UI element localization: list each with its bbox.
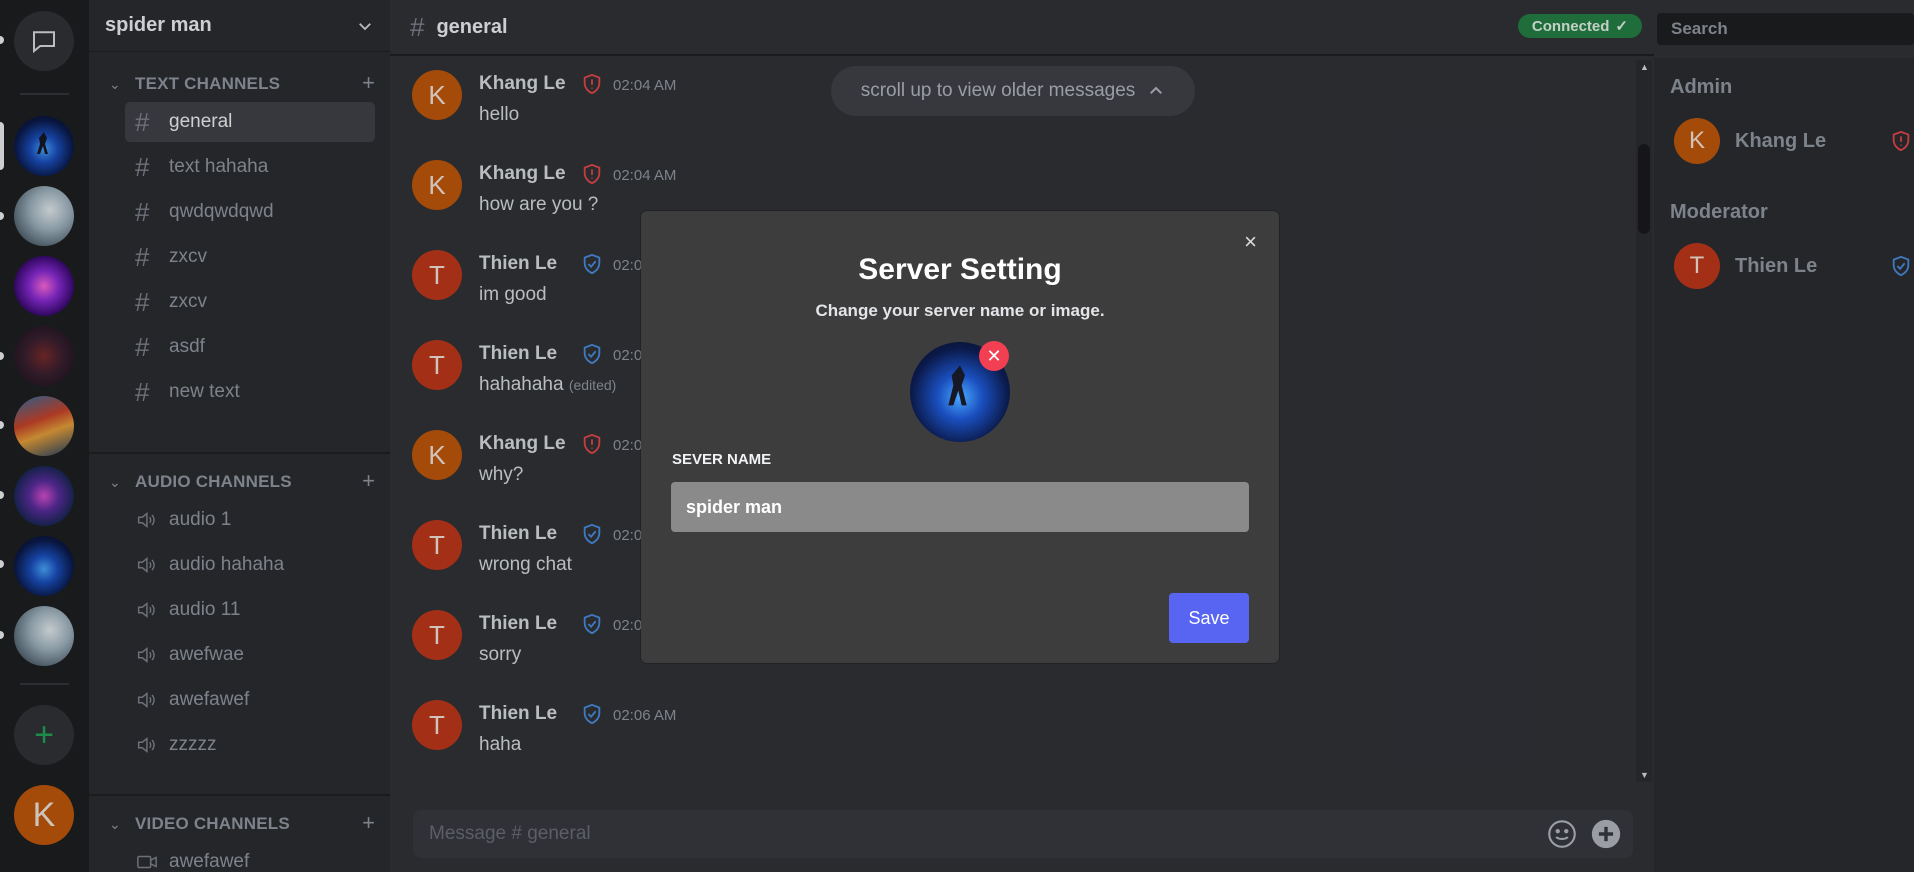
- close-icon: ✕: [986, 345, 1002, 366]
- modal-subtitle: Change your server name or image.: [815, 301, 1105, 320]
- server-setting-modal: × Server Setting Change your server name…: [641, 211, 1279, 663]
- save-button[interactable]: Save: [1169, 593, 1249, 643]
- remove-image-button[interactable]: ✕: [979, 341, 1009, 371]
- modal-title: Server Setting: [858, 253, 1062, 286]
- server-name-label: SEVER NAME: [672, 451, 772, 468]
- server-name-input[interactable]: [671, 482, 1249, 532]
- close-icon[interactable]: ×: [1244, 229, 1257, 255]
